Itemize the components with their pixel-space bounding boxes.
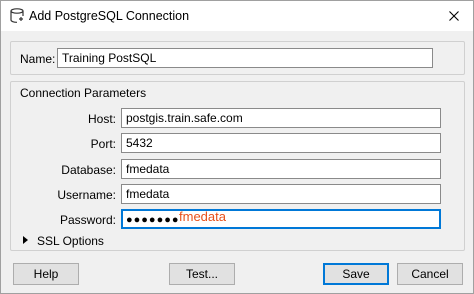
help-button[interactable]: Help bbox=[13, 263, 79, 285]
connection-parameters-title: Connection Parameters bbox=[20, 86, 147, 100]
password-hint-annotation: fmedata bbox=[179, 209, 226, 224]
password-masked-value: ●●●●●●● bbox=[126, 214, 180, 226]
port-field[interactable]: 5432 bbox=[121, 133, 441, 153]
password-field[interactable]: ●●●●●●● bbox=[121, 209, 441, 229]
host-field[interactable]: postgis.train.safe.com bbox=[121, 108, 441, 128]
database-connection-icon bbox=[10, 8, 24, 24]
name-field[interactable]: Training PostSQL bbox=[57, 48, 433, 68]
save-button[interactable]: Save bbox=[323, 263, 389, 285]
username-label: Username: bbox=[57, 188, 116, 202]
database-field[interactable]: fmedata bbox=[121, 159, 441, 179]
cancel-button[interactable]: Cancel bbox=[397, 263, 463, 285]
close-icon bbox=[449, 11, 459, 21]
database-label: Database: bbox=[61, 163, 116, 177]
add-connection-dialog: Add PostgreSQL Connection Name: Training… bbox=[0, 0, 474, 294]
username-field[interactable]: fmedata bbox=[121, 184, 441, 204]
ssl-options-toggle[interactable]: SSL Options bbox=[37, 234, 104, 248]
close-button[interactable] bbox=[443, 5, 465, 27]
port-label: Port: bbox=[90, 137, 116, 151]
expand-arrow-icon[interactable] bbox=[23, 236, 28, 244]
test-button[interactable]: Test... bbox=[169, 263, 235, 285]
name-label: Name: bbox=[20, 52, 56, 66]
dialog-title: Add PostgreSQL Connection bbox=[29, 9, 190, 23]
host-label: Host: bbox=[87, 112, 116, 126]
password-label: Password: bbox=[59, 213, 116, 227]
title-bar: Add PostgreSQL Connection bbox=[1, 1, 473, 31]
